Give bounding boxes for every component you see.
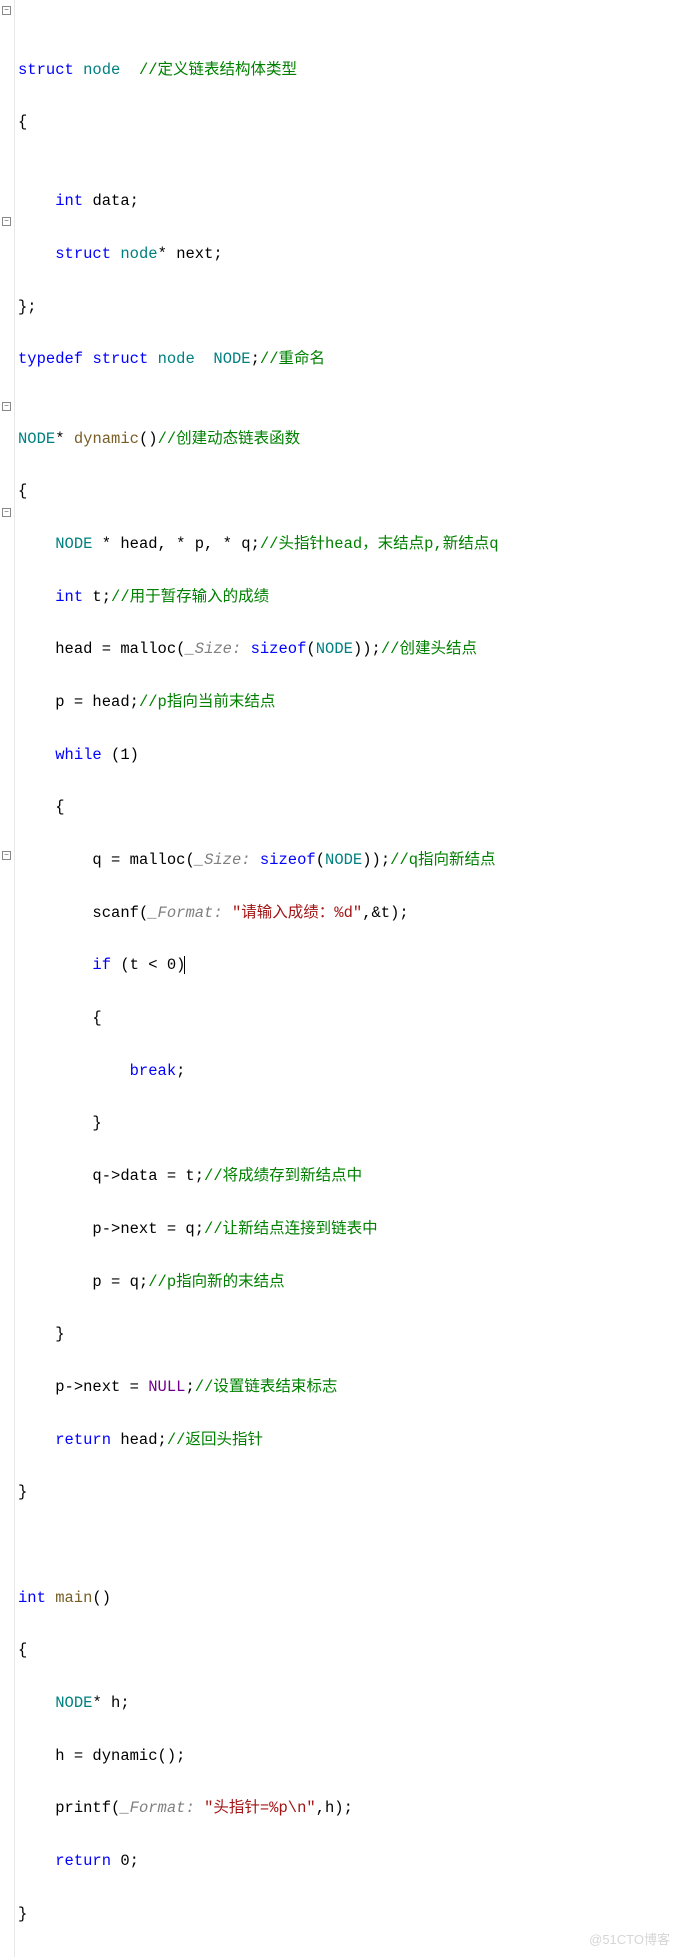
code-line[interactable]: return head;//返回头指针 [18,1427,680,1453]
code-line[interactable]: NODE* dynamic()//创建动态链表函数 [18,426,680,452]
code-line[interactable]: while (1) [18,742,680,768]
code-line[interactable]: int main() [18,1585,680,1611]
code-line[interactable]: p = head;//p指向当前末结点 [18,689,680,715]
code-line[interactable]: NODE* h; [18,1690,680,1716]
code-line[interactable]: typedef struct node NODE;//重命名 [18,346,680,372]
code-line[interactable]: h = dynamic(); [18,1743,680,1769]
fold-icon[interactable]: − [2,851,11,860]
code-line[interactable]: } [18,1479,680,1505]
gutter: − − − − − [0,0,15,1957]
code-line[interactable]: { [18,109,680,135]
code-line[interactable]: p->next = q;//让新结点连接到链表中 [18,1216,680,1242]
code-line[interactable]: { [18,794,680,820]
code-line[interactable]: { [18,1637,680,1663]
code-line[interactable]: int t;//用于暂存输入的成绩 [18,584,680,610]
code-line[interactable]: p->next = NULL;//设置链表结束标志 [18,1374,680,1400]
code-line[interactable]: { [18,1005,680,1031]
code-line[interactable]: struct node* next; [18,241,680,267]
code-editor: − − − − − struct node //定义链表结构体类型 { int … [0,0,680,1957]
code-line[interactable]: } [18,1110,680,1136]
code-line[interactable]: int data; [18,188,680,214]
code-line[interactable]: struct node //定义链表结构体类型 [18,57,680,83]
code-line[interactable]: NODE * head, * p, * q;//头指针head，末结点p,新结点… [18,531,680,557]
fold-icon[interactable]: − [2,508,11,517]
code-line[interactable]: printf(_Format: "头指针=%p\n",h); [18,1795,680,1821]
code-line[interactable]: return 0; [18,1848,680,1874]
code-line[interactable]: break; [18,1058,680,1084]
code-line[interactable]: q->data = t;//将成绩存到新结点中 [18,1163,680,1189]
watermark: @51CTO博客 [589,1929,670,1951]
code-line[interactable]: q = malloc(_Size: sizeof(NODE));//q指向新结点 [18,847,680,873]
fold-icon[interactable]: − [2,217,11,226]
fold-icon[interactable]: − [2,6,11,15]
code-line[interactable]: { [18,478,680,504]
code-line[interactable]: head = malloc(_Size: sizeof(NODE));//创建头… [18,636,680,662]
code-line[interactable]: }; [18,294,680,320]
code-line[interactable]: } [18,1321,680,1347]
fold-icon[interactable]: − [2,402,11,411]
code-line[interactable]: scanf(_Format: "请输入成绩：%d",&t); [18,900,680,926]
code-line[interactable]: } [18,1901,680,1927]
code-line[interactable]: if (t < 0) [18,952,680,978]
code-line[interactable]: p = q;//p指向新的末结点 [18,1269,680,1295]
